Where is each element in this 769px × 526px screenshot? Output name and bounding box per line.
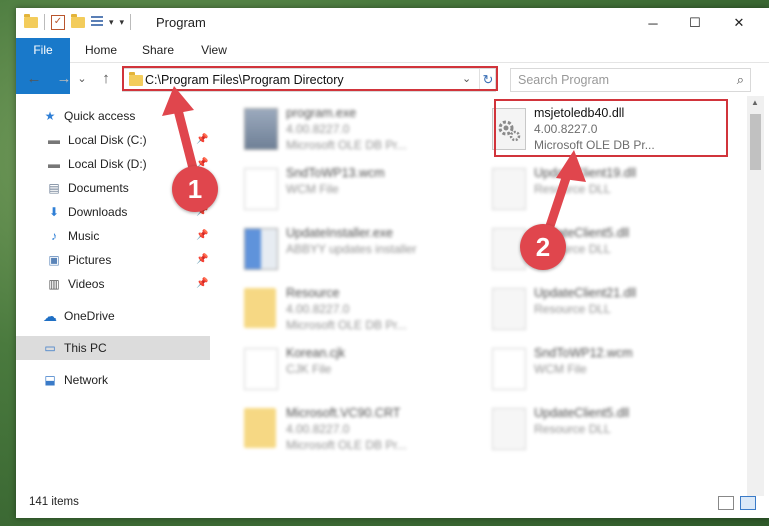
step-2-badge: 2	[520, 224, 566, 270]
arrow-2-head	[556, 150, 586, 182]
annotation-arrows	[162, 86, 586, 237]
arrow-2-shaft	[543, 167, 573, 237]
step-1-badge: 1	[172, 166, 218, 212]
arrow-1-head	[162, 86, 194, 116]
